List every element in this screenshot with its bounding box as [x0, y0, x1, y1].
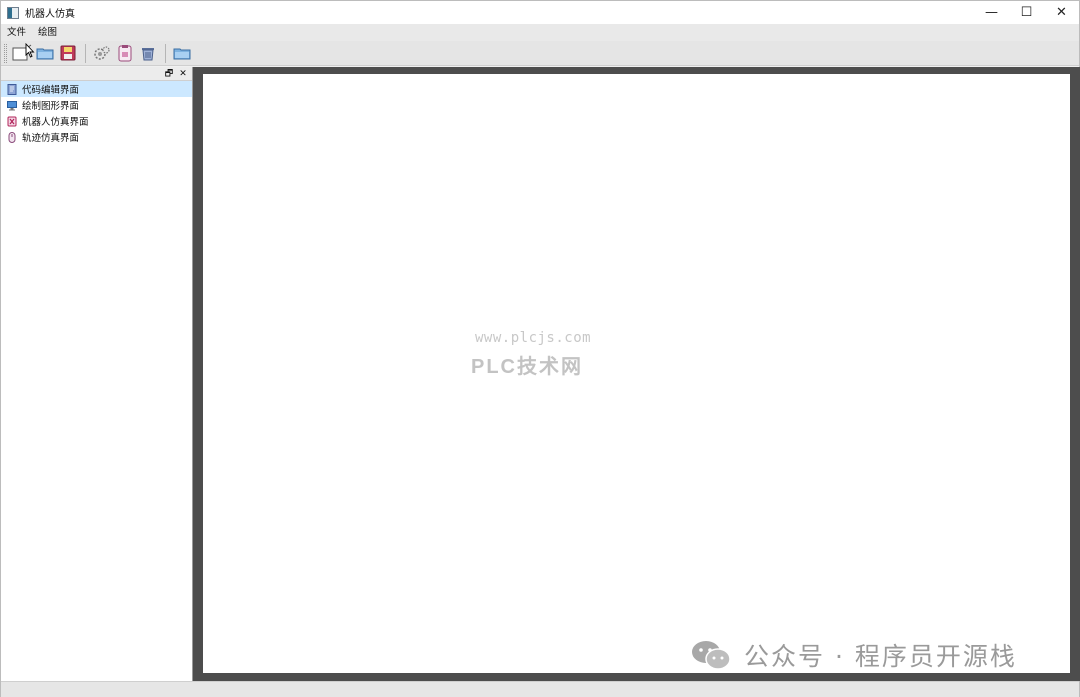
open-folder-icon[interactable] — [34, 42, 56, 64]
title-bar: 机器人仿真 — ☐ ✕ — [1, 1, 1079, 24]
main-window: 机器人仿真 — ☐ ✕ 文件 绘图 🗗 ✕ 代码编辑界面 绘制图形界面 机器人仿… — [0, 0, 1080, 697]
content-canvas[interactable]: www.plcjs.com PLC技术网 公众号 · 程序员开源栈 — [203, 74, 1070, 673]
clipboard-icon[interactable] — [114, 42, 136, 64]
dock-title-bar: 🗗 ✕ — [1, 67, 192, 81]
settings-gears-icon[interactable] — [91, 42, 113, 64]
toolbar-separator — [165, 43, 166, 63]
app-icon — [7, 6, 19, 19]
save-icon[interactable] — [57, 42, 79, 64]
watermark-social-text: 公众号 · 程序员开源栈 — [744, 642, 1017, 671]
menu-bar: 文件 绘图 — [1, 24, 1079, 41]
central-area: www.plcjs.com PLC技术网 公众号 · 程序员开源栈 — [193, 67, 1080, 681]
trash-icon[interactable] — [137, 42, 159, 64]
wechat-icon — [692, 641, 731, 670]
monitor-icon — [7, 100, 17, 110]
nav-item-code-editor[interactable]: 代码编辑界面 — [1, 81, 192, 97]
nav-item-label: 轨迹仿真界面 — [22, 133, 80, 144]
mouse-cursor-icon — [25, 43, 35, 58]
dock-close-button[interactable]: ✕ — [177, 68, 189, 80]
nav-item-label: 代码编辑界面 — [22, 85, 80, 96]
folder-icon[interactable] — [171, 42, 193, 64]
toolbar-grip[interactable] — [4, 43, 7, 63]
nav-item-robot-sim[interactable]: 机器人仿真界面 — [1, 113, 192, 129]
status-bar — [1, 681, 1079, 697]
watermark-social: 公众号 · 程序员开源栈 — [690, 637, 1017, 673]
nav-item-draw-graphics[interactable]: 绘制图形界面 — [1, 97, 192, 113]
watermark-url: www.plcjs.com — [475, 330, 592, 346]
window-controls: — ☐ ✕ — [974, 1, 1079, 24]
menu-draw[interactable]: 绘图 — [32, 24, 63, 41]
mouse-icon — [8, 131, 16, 143]
robot-icon — [7, 116, 17, 126]
document-icon — [7, 83, 17, 95]
toolbar-separator — [85, 43, 86, 63]
navigation-dock: 🗗 ✕ 代码编辑界面 绘制图形界面 机器人仿真界面 轨迹仿真界面 — [1, 67, 193, 681]
minimize-button[interactable]: — — [974, 1, 1009, 24]
dock-float-button[interactable]: 🗗 — [163, 68, 175, 80]
nav-item-label: 机器人仿真界面 — [22, 117, 89, 128]
watermark-logo: PLC技术网 — [471, 356, 583, 378]
maximize-button[interactable]: ☐ — [1009, 1, 1044, 24]
close-button[interactable]: ✕ — [1044, 1, 1079, 24]
window-title: 机器人仿真 — [25, 9, 75, 20]
toolbar — [1, 41, 1079, 66]
menu-file[interactable]: 文件 — [1, 24, 32, 41]
nav-item-label: 绘制图形界面 — [22, 101, 80, 112]
nav-item-trajectory-sim[interactable]: 轨迹仿真界面 — [1, 129, 192, 145]
